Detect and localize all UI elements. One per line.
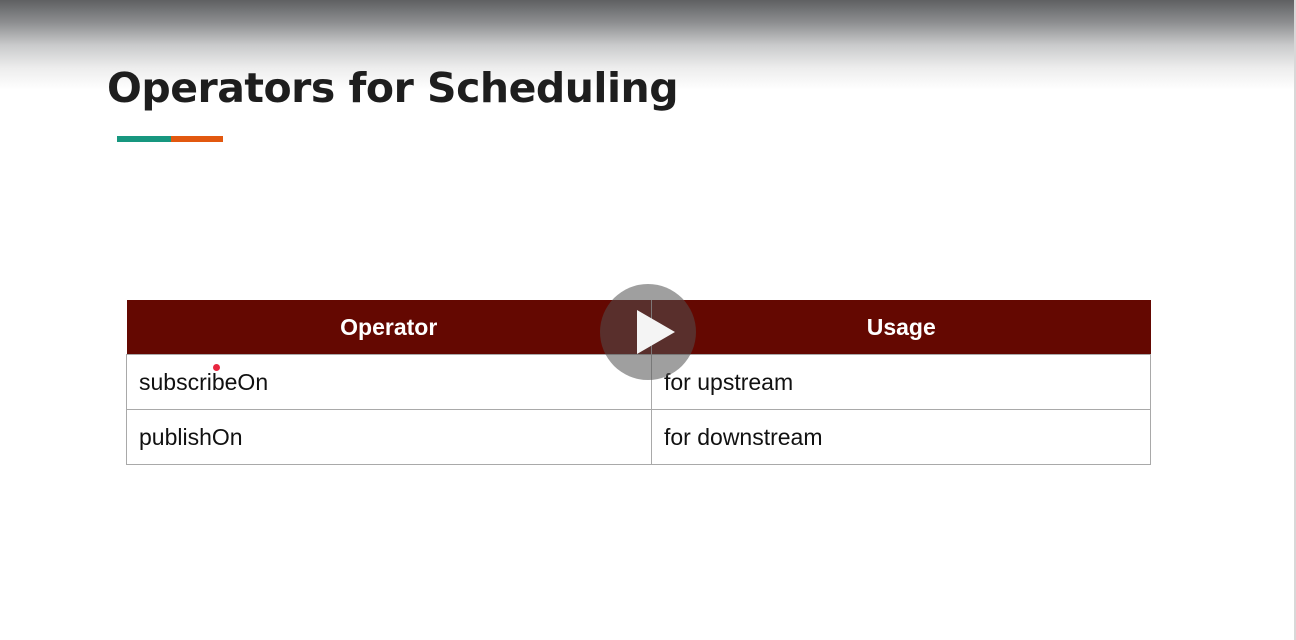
play-icon bbox=[637, 310, 675, 354]
title-underline-teal bbox=[117, 136, 171, 142]
usage-cell: for upstream bbox=[651, 354, 1151, 410]
laser-pointer-dot bbox=[213, 364, 220, 371]
operator-cell: subscribeOn bbox=[126, 354, 652, 410]
table-row: publishOn for downstream bbox=[126, 409, 1151, 465]
slide-title: Operators for Scheduling bbox=[107, 64, 679, 112]
operator-cell: publishOn bbox=[126, 409, 652, 465]
play-button[interactable] bbox=[600, 284, 696, 380]
header-operator: Operator bbox=[126, 300, 652, 355]
usage-cell: for downstream bbox=[651, 409, 1151, 465]
title-underline-orange bbox=[171, 136, 223, 142]
header-usage: Usage bbox=[651, 300, 1151, 355]
slide: Operators for Scheduling Operator Usage … bbox=[0, 0, 1296, 640]
